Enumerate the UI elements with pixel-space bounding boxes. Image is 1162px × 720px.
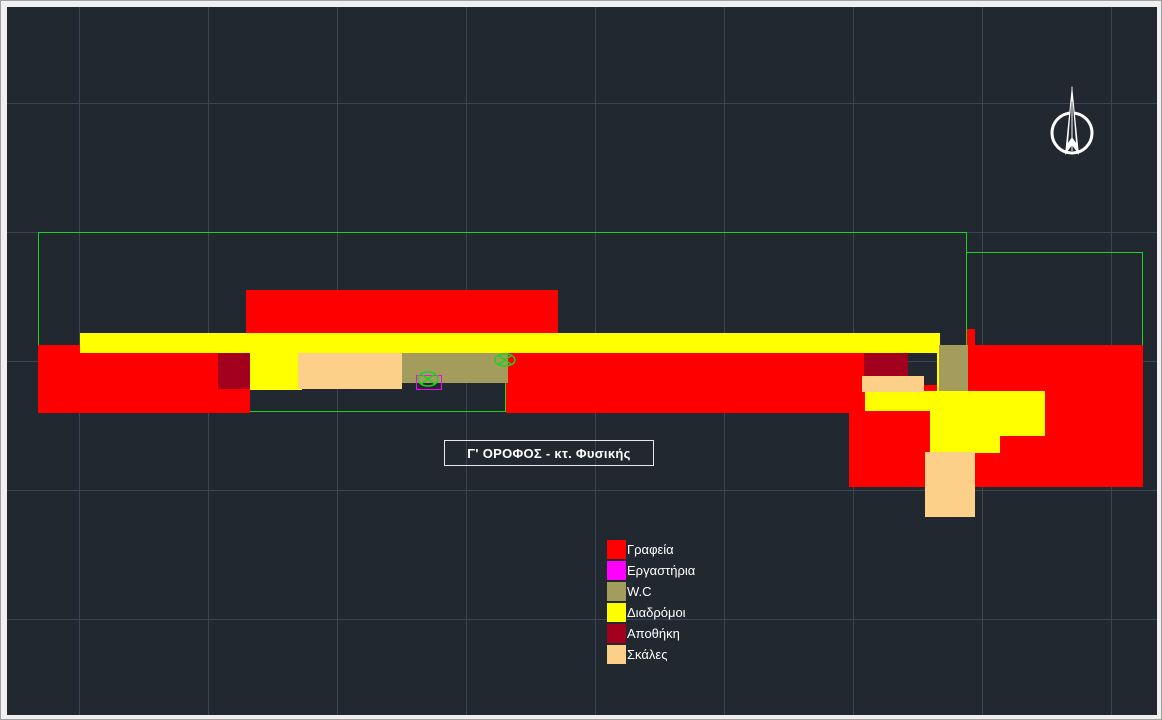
north-arrow-icon <box>1049 83 1095 159</box>
wc-symbol-icon <box>417 371 439 387</box>
stairs[interactable] <box>925 452 975 517</box>
storage-room[interactable] <box>864 353 908 377</box>
corridor[interactable] <box>865 391 1045 411</box>
legend-item-offices: Γραφεία <box>607 539 695 560</box>
legend-item-wc: W.C <box>607 581 695 602</box>
stairs[interactable] <box>862 376 924 392</box>
floor-title: Γ' ΟΡΟΦΟΣ - κτ. Φυσικής <box>444 440 654 466</box>
legend-swatch <box>607 603 626 622</box>
legend-swatch <box>607 624 626 643</box>
legend-label: Σκάλες <box>627 647 668 662</box>
office-room[interactable] <box>246 290 558 334</box>
wc-symbol-icon <box>494 353 516 367</box>
office-room[interactable] <box>506 353 864 413</box>
legend-swatch <box>607 645 626 664</box>
corridor[interactable] <box>930 435 1000 453</box>
building-outline-east <box>966 252 1143 351</box>
legend-item-labs: Εργαστήρια <box>607 560 695 581</box>
drawing-canvas[interactable]: Γ' ΟΡΟΦΟΣ - κτ. Φυσικής Γραφεία Εργαστήρ… <box>7 7 1157 715</box>
legend-label: Διαδρόμοι <box>627 605 686 620</box>
storage-room[interactable] <box>218 353 250 389</box>
wc-room[interactable] <box>939 345 968 391</box>
grid-line <box>7 490 1157 491</box>
legend-label: Εργαστήρια <box>627 563 696 578</box>
legend-item-corridors: Διαδρόμοι <box>607 602 695 623</box>
legend-item-stairs: Σκάλες <box>607 644 695 665</box>
stairs[interactable] <box>298 353 402 389</box>
cad-window: Γ' ΟΡΟΦΟΣ - κτ. Φυσικής Γραφεία Εργαστήρ… <box>0 0 1162 720</box>
legend: Γραφεία Εργαστήρια W.C Διαδρόμοι Αποθήκη… <box>607 539 695 665</box>
grid-line <box>7 103 1157 104</box>
legend-swatch <box>607 582 626 601</box>
legend-label: W.C <box>627 584 652 599</box>
legend-item-storage: Αποθήκη <box>607 623 695 644</box>
legend-swatch <box>607 540 626 559</box>
legend-label: Αποθήκη <box>627 626 680 641</box>
corridor[interactable] <box>250 350 302 390</box>
corridor[interactable] <box>80 333 940 353</box>
grid-line <box>7 619 1157 620</box>
legend-swatch <box>607 561 626 580</box>
legend-label: Γραφεία <box>627 542 674 557</box>
corridor[interactable] <box>930 410 1045 436</box>
